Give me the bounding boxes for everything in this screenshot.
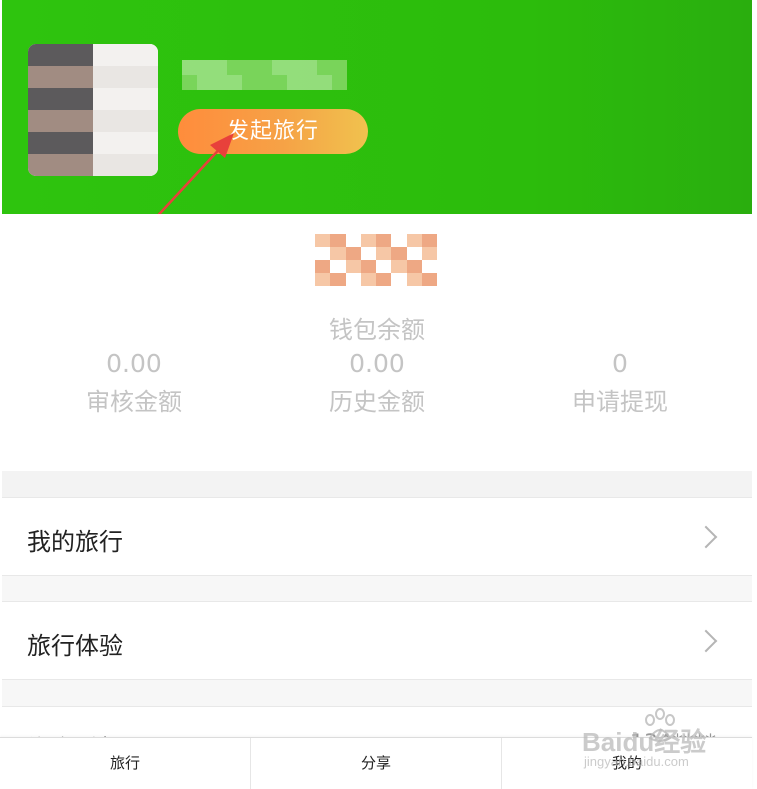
menu-separator bbox=[2, 576, 752, 601]
balance-amount-pixelated bbox=[315, 234, 437, 286]
stat-label: 历史金额 bbox=[329, 388, 425, 416]
start-travel-button[interactable]: 发起旅行 bbox=[178, 109, 368, 154]
bottom-tab-bar: 旅行 分享 我的 bbox=[0, 737, 752, 789]
menu-item-label: 旅行体验 bbox=[27, 632, 123, 660]
tab-mine[interactable]: 我的 bbox=[502, 738, 752, 789]
stat-value: 0 bbox=[612, 349, 628, 378]
stat-review-amount[interactable]: 0.00 审核金额 bbox=[4, 348, 264, 418]
wallet-balance-label: 钱包余额 bbox=[329, 316, 425, 344]
username-pixelated bbox=[182, 60, 347, 90]
tab-share[interactable]: 分享 bbox=[251, 738, 502, 789]
stat-label: 申请提现 bbox=[572, 388, 668, 416]
menu-item-label: 我的旅行 bbox=[27, 528, 123, 556]
stat-value: 0.00 bbox=[349, 349, 405, 378]
stat-withdraw-request[interactable]: 0 申请提现 bbox=[490, 348, 750, 418]
menu-item-my-travels[interactable]: 我的旅行 bbox=[2, 497, 752, 576]
menu-separator bbox=[2, 680, 752, 706]
section-divider bbox=[2, 471, 752, 497]
tab-travel[interactable]: 旅行 bbox=[0, 738, 251, 789]
avatar[interactable] bbox=[28, 44, 158, 176]
wallet-section: 钱包余额 0.00 审核金额 0.00 历史金额 0 申请提现 bbox=[2, 214, 752, 471]
stat-value: 0.00 bbox=[106, 349, 162, 378]
stat-history-amount[interactable]: 0.00 历史金额 bbox=[247, 348, 507, 418]
chevron-right-icon bbox=[694, 525, 718, 549]
chevron-right-icon bbox=[694, 629, 718, 653]
menu-item-travel-experience[interactable]: 旅行体验 bbox=[2, 601, 752, 680]
profile-header: 发起旅行 bbox=[2, 0, 752, 214]
stat-label: 审核金额 bbox=[86, 388, 182, 416]
